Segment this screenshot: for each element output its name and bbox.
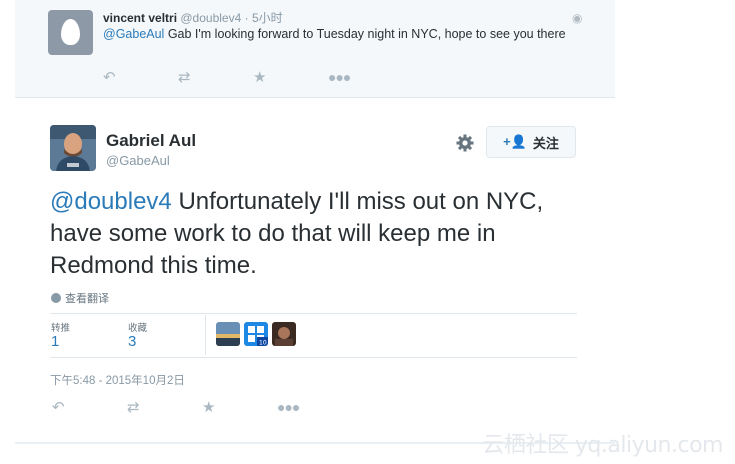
translate-link[interactable]: 查看翻译: [51, 290, 109, 306]
reply-icon[interactable]: ↶: [52, 398, 127, 416]
more-icon[interactable]: ●●●: [328, 69, 403, 85]
add-user-icon: +👤: [503, 134, 527, 149]
watermark: 云栖社区 yq.aliyun.com: [482, 433, 723, 458]
svg-text:10: 10: [259, 340, 267, 347]
reply-header: vincent veltri @doublev4 · 5小时: [103, 9, 283, 26]
conversation-icon: ◉: [572, 11, 583, 25]
retweet-icon[interactable]: ⇄: [178, 68, 253, 86]
reply-author-handle[interactable]: @doublev4: [180, 11, 241, 25]
tweet-timestamp[interactable]: 下午5:48 - 2015年10月2日: [50, 372, 185, 388]
reply-mention-link[interactable]: @GabeAul: [103, 27, 164, 41]
tweet-mention-link[interactable]: @doublev4: [50, 188, 172, 215]
author-handle[interactable]: @GabeAul: [106, 153, 170, 168]
author-avatar[interactable]: [50, 125, 96, 171]
liker-avatar[interactable]: [272, 322, 296, 346]
likes-label: 收藏: [128, 323, 148, 334]
stats-bottom-divider: [50, 357, 577, 358]
retweets-label: 转推: [51, 323, 71, 334]
more-icon[interactable]: ●●●: [277, 399, 352, 415]
like-icon[interactable]: ★: [253, 68, 328, 86]
stats-top-divider: [50, 313, 577, 314]
tweet-actions: ↶ ⇄ ★ ●●●: [52, 398, 352, 416]
liker-avatar[interactable]: [216, 322, 240, 346]
stats-separator: [205, 315, 206, 355]
retweet-icon[interactable]: ⇄: [127, 398, 202, 416]
follow-button[interactable]: +👤 关注: [486, 126, 576, 158]
follow-button-label: 关注: [532, 135, 559, 151]
tweet-text: @doublev4 Unfortunately I'll miss out on…: [50, 186, 580, 282]
globe-icon: [51, 293, 61, 303]
retweets-count[interactable]: 1: [51, 333, 59, 350]
reply-icon[interactable]: ↶: [103, 68, 178, 86]
like-icon[interactable]: ★: [202, 398, 277, 416]
translate-label: 查看翻译: [65, 293, 109, 305]
author-name[interactable]: Gabriel Aul: [106, 131, 196, 151]
reply-text: @GabeAul Gab I'm looking forward to Tues…: [103, 26, 573, 43]
reply-tweet[interactable]: vincent veltri @doublev4 · 5小时 ◉ @GabeAu…: [15, 0, 615, 98]
likes-count[interactable]: 3: [128, 333, 136, 350]
reply-body: Gab I'm looking forward to Tuesday night…: [164, 27, 566, 41]
reply-separator: ·: [244, 11, 249, 25]
reply-time[interactable]: 5小时: [252, 11, 283, 25]
egg-avatar-icon[interactable]: [48, 10, 93, 55]
liker-avatar[interactable]: 10: [244, 322, 268, 346]
reply-author-name[interactable]: vincent veltri: [103, 11, 177, 25]
gear-icon[interactable]: [455, 133, 475, 153]
reply-actions: ↶ ⇄ ★ ●●●: [103, 68, 403, 86]
